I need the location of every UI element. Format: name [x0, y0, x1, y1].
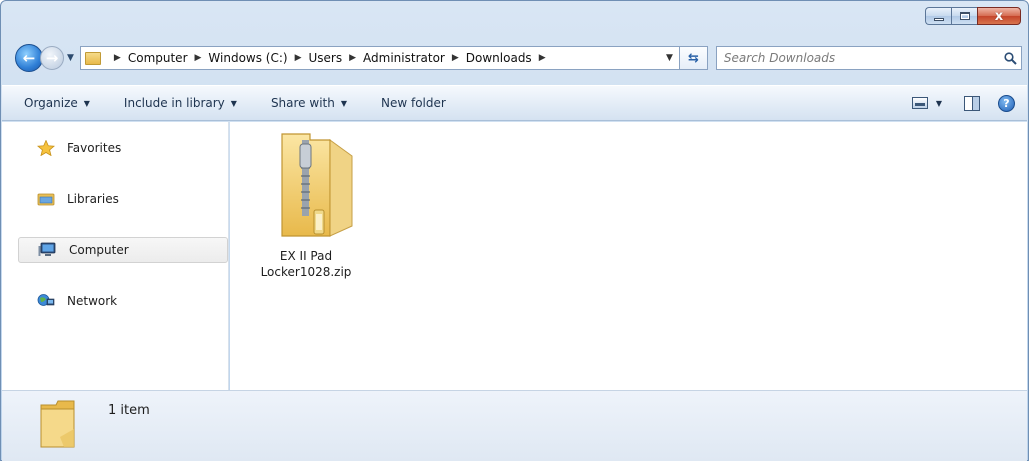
breadcrumb-administrator[interactable]: Administrator	[363, 51, 445, 65]
sidebar-item-favorites[interactable]: Favorites	[17, 135, 227, 161]
computer-icon	[38, 242, 56, 256]
breadcrumb-computer[interactable]: Computer	[128, 51, 188, 65]
chevron-down-icon: ▼	[230, 99, 237, 108]
organize-menu[interactable]: Organize ▼	[24, 96, 90, 110]
new-folder-label: New folder	[381, 96, 446, 110]
change-view-icon[interactable]	[911, 97, 928, 109]
maximize-button[interactable]	[951, 7, 977, 25]
view-controls: ▼ ?	[911, 94, 1015, 112]
sidebar-item-computer[interactable]: Computer	[18, 237, 228, 263]
folder-icon	[84, 51, 101, 65]
chevron-down-icon: ▼	[340, 99, 347, 108]
breadcrumb-separator-icon[interactable]: ▶	[195, 53, 202, 63]
share-label: Share with	[270, 96, 335, 110]
folder-icon	[40, 400, 75, 448]
sidebar-item-label: Favorites	[67, 141, 122, 155]
file-name-line-2: Locker1028.zip	[260, 265, 352, 279]
sidebar-item-label: Libraries	[67, 192, 119, 206]
refresh-button[interactable]: ⇆	[679, 46, 708, 70]
address-bar[interactable]: ▶ Computer ▶ Windows (C:) ▶ Users ▶ Admi…	[79, 46, 680, 70]
preview-pane-icon[interactable]	[964, 95, 980, 111]
search-icon[interactable]	[999, 51, 1021, 65]
maximize-icon	[959, 12, 970, 20]
breadcrumb-users[interactable]: Users	[309, 51, 343, 65]
view-options-dropdown-icon[interactable]: ▼	[936, 99, 942, 108]
zip-folder-icon	[252, 130, 360, 244]
forward-arrow-icon: →	[45, 49, 59, 67]
breadcrumb-separator-icon[interactable]: ▶	[349, 53, 356, 63]
minimize-button[interactable]	[925, 7, 951, 25]
file-item[interactable]: EX II Pad Locker1028.zip	[252, 130, 360, 280]
breadcrumb-separator-icon[interactable]: ▶	[114, 53, 121, 63]
breadcrumb-downloads[interactable]: Downloads	[466, 51, 532, 65]
close-button[interactable]: x	[977, 7, 1021, 25]
star-icon	[37, 140, 55, 156]
command-bar: Organize ▼ Include in library ▼ Share with…	[2, 85, 1027, 121]
new-folder-button[interactable]: New folder	[381, 96, 446, 110]
file-list[interactable]: EX II Pad Locker1028.zip	[230, 122, 1027, 390]
libraries-icon	[37, 193, 55, 206]
include-in-library-menu[interactable]: Include in library ▼	[124, 96, 237, 110]
explorer-window: x ← → ▼ ▶ Computer ▶ Windows (C:) ▶ User…	[0, 0, 1029, 461]
file-name: EX II Pad Locker1028.zip	[252, 248, 360, 280]
search-input[interactable]	[723, 51, 999, 65]
item-count: 1 item	[108, 403, 150, 418]
share-with-menu[interactable]: Share with ▼	[271, 96, 347, 110]
back-button[interactable]: ←	[15, 44, 43, 72]
organize-label: Organize	[24, 96, 78, 110]
breadcrumb-windows-c[interactable]: Windows (C:)	[208, 51, 287, 65]
navigation-pane: Favorites Libraries Computer Network	[2, 122, 229, 390]
close-icon: x	[994, 8, 1004, 24]
network-icon	[37, 294, 55, 306]
breadcrumb-separator-icon[interactable]: ▶	[295, 53, 302, 63]
details-pane: 1 item	[2, 390, 1027, 461]
include-label: Include in library	[123, 96, 225, 110]
breadcrumb-separator-icon[interactable]: ▶	[452, 53, 459, 63]
address-dropdown-icon[interactable]: ▼	[660, 53, 679, 63]
sidebar-item-libraries[interactable]: Libraries	[17, 186, 227, 212]
search-box[interactable]	[715, 46, 1022, 70]
breadcrumb-separator-icon[interactable]: ▶	[539, 53, 546, 63]
chevron-down-icon: ▼	[83, 99, 90, 108]
back-arrow-icon: ←	[22, 49, 36, 67]
file-name-line-1: EX II Pad	[279, 249, 333, 263]
recent-pages-dropdown[interactable]: ▼	[67, 53, 74, 63]
minimize-icon	[933, 17, 944, 21]
address-row: ← → ▼ ▶ Computer ▶ Windows (C:) ▶ Users …	[15, 43, 1022, 73]
help-icon[interactable]: ?	[998, 94, 1015, 112]
sidebar-item-label: Network	[67, 294, 118, 308]
sidebar-item-label: Computer	[69, 243, 129, 257]
forward-button[interactable]: →	[40, 46, 64, 70]
sidebar-item-network[interactable]: Network	[17, 288, 227, 314]
caption-buttons: x	[925, 7, 1021, 25]
refresh-icon: ⇆	[687, 50, 699, 66]
